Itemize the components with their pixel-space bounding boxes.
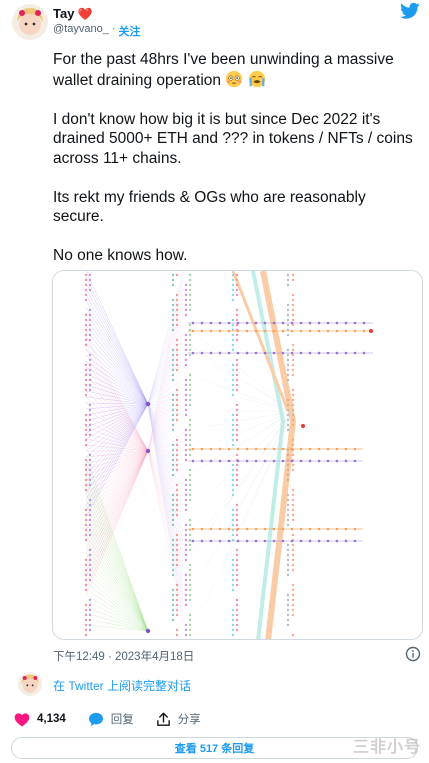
like-count: 4,134	[37, 713, 66, 725]
wallet-graph-image	[53, 271, 423, 640]
tweet-media-image[interactable]	[52, 270, 423, 640]
watermark: 三非小号	[353, 733, 421, 757]
thread-author-avatar[interactable]	[18, 672, 42, 696]
reply-bubble-icon	[88, 712, 104, 727]
tweet-paragraph-1: For the past 48hrs I've been unwinding a…	[53, 50, 413, 90]
tweet-text: For the past 48hrs I've been unwinding a…	[53, 50, 413, 266]
info-icon[interactable]	[405, 646, 421, 662]
author-name[interactable]: Tay ❤️	[53, 6, 92, 21]
tweet-paragraph-4: No one knows how.	[53, 246, 413, 266]
author-handle[interactable]: @tayvano_	[53, 23, 109, 39]
reply-label: 回复	[111, 711, 134, 727]
name-heart-emoji: ❤️	[77, 7, 92, 21]
author-avatar[interactable]	[12, 4, 48, 40]
follow-link[interactable]: 关注	[118, 23, 140, 39]
share-label: 分享	[178, 711, 201, 727]
twitter-bird-icon[interactable]	[400, 2, 420, 20]
author-name-text[interactable]: Tay	[53, 6, 74, 21]
share-icon	[156, 712, 171, 727]
crying-face-icon	[248, 70, 266, 88]
author-handle-row: @tayvano_ · 关注	[53, 23, 140, 39]
share-button[interactable]: 分享	[156, 711, 201, 727]
tweet-actions: 4,134 回复 分享	[14, 711, 223, 727]
heart-icon	[14, 712, 30, 727]
tweet-timestamp[interactable]: 下午12:49 · 2023年4月18日	[53, 648, 194, 664]
reply-button[interactable]: 回复	[88, 711, 134, 727]
handle-separator: ·	[112, 23, 116, 39]
flushed-face-icon	[225, 70, 243, 88]
like-button[interactable]: 4,134	[14, 712, 66, 727]
read-full-thread-link[interactable]: 在 Twitter 上阅读完整对话	[53, 677, 191, 694]
tweet-paragraph-2: I don't know how big it is but since Dec…	[53, 110, 413, 169]
tweet-line-1: For the past 48hrs I've been unwinding a…	[53, 51, 394, 89]
tweet-paragraph-3: Its rekt my friends & OGs who are reason…	[53, 188, 413, 227]
